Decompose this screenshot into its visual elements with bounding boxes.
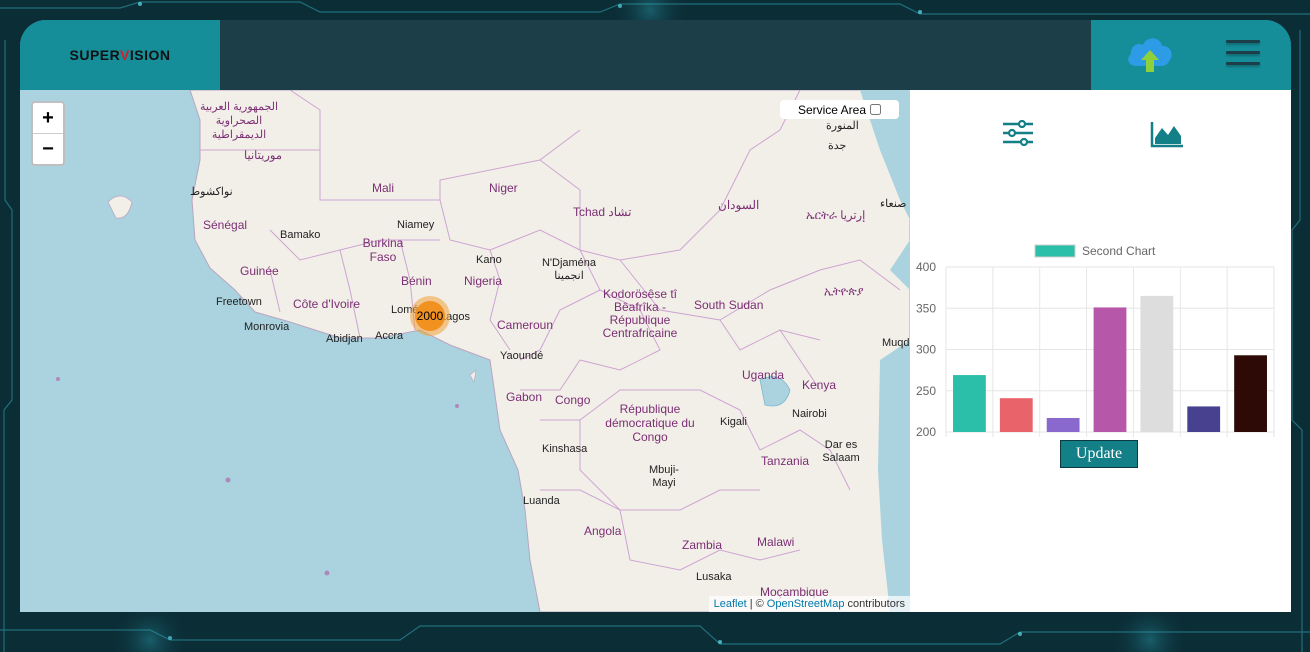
map-label-congo: Congo — [555, 393, 591, 407]
bar — [1234, 355, 1267, 432]
map-city-abidjan: Abidjan — [326, 333, 363, 345]
map-city-ndjamena: N'Djaména انجمينا — [541, 257, 597, 282]
map-view[interactable]: Mali Niger Tchad تشاد Sénégal Burkina Fa… — [20, 90, 910, 612]
service-area-toggle[interactable]: Service Area — [780, 100, 899, 119]
map-city-jeddah: جدة — [828, 140, 847, 152]
top-bar: SUPERVISION — [20, 20, 1291, 90]
legend-label: Second Chart — [1082, 244, 1156, 258]
map-label-ethiopia: ኢትዮጵያ — [824, 286, 864, 298]
bar — [1046, 417, 1080, 432]
service-area-label: Service Area — [797, 102, 867, 117]
map-city-monrovia: Monrovia — [244, 321, 290, 333]
y-tick-label: 250 — [916, 384, 936, 398]
bar-chart-svg: Second Chart2002503003504003-Jan3-Jan3-J… — [916, 244, 1275, 456]
map-city-freetown: Freetown — [216, 296, 262, 308]
map-label-senegal: Sénégal — [203, 218, 248, 232]
map-label-western-sahara: الجمهورية العربية الصحراوية الديمقراطية — [199, 101, 278, 141]
y-tick-label: 300 — [916, 343, 936, 357]
map-label-dr-congo: République démocratique du Congo — [605, 402, 695, 444]
map-city-kigali: Kigali — [720, 416, 747, 428]
map-label-gabon: Gabon — [506, 390, 543, 404]
service-area-checkbox[interactable] — [870, 104, 882, 115]
map-label-cote-divoire: Côte d'Ivoire — [293, 297, 360, 311]
cloud-upload-icon[interactable] — [1124, 32, 1176, 76]
map-attribution: Leaflet | © OpenStreetMap contributors — [708, 596, 910, 612]
map-label-angola: Angola — [584, 524, 622, 538]
openstreetmap-link[interactable]: OpenStreetMap — [767, 598, 845, 610]
zoom-control: + − — [31, 101, 65, 166]
map-label-niger: Niger — [489, 181, 518, 195]
side-panel: Second Chart2002503003504003-Jan3-Jan3-J… — [910, 90, 1291, 612]
bar — [1187, 406, 1221, 432]
bar-chart: Second Chart2002503003504003-Jan3-Jan3-J… — [910, 218, 1291, 456]
map-label-mali: Mali — [372, 181, 395, 195]
bar — [999, 398, 1033, 432]
map-label-central-african-republic: Kodorösêse tî Bêafrîka - République Cent… — [602, 287, 678, 340]
map-label-south-sudan: South Sudan — [694, 298, 764, 312]
map-label-benin: Bénin — [401, 274, 432, 288]
logo-text: SUPERVISION — [69, 47, 171, 63]
map-label-kenya: Kenya — [802, 378, 837, 392]
map-label-uganda: Uganda — [742, 368, 785, 382]
map-city-mogadishu: Muqdisho — [882, 337, 910, 349]
map-city-yaounde: Yaoundé — [500, 350, 544, 362]
map-label-nigeria: Nigeria — [464, 274, 503, 288]
cluster-count: 2000 — [415, 301, 445, 331]
map-city-sanaa: صنعاء — [880, 198, 907, 210]
map-city-nouakchott: نواكشوط — [190, 186, 233, 198]
map-label-cameroun: Cameroun — [497, 318, 554, 332]
map-city-lusaka: Lusaka — [696, 571, 732, 583]
map-label-eritrea: ኤርትራ إرتريا — [806, 210, 866, 222]
bar — [1093, 307, 1127, 432]
map-label-burkina-faso: Burkina Faso — [362, 236, 404, 264]
y-tick-label: 200 — [916, 425, 936, 438]
map-label-mauritania: موريتانيا — [244, 150, 283, 162]
map-city-medina: المنورة — [826, 120, 859, 132]
y-tick-label: 350 — [916, 301, 936, 315]
map-label-zambia: Zambia — [682, 538, 723, 552]
area-chart-icon[interactable] — [1150, 120, 1184, 153]
legend-swatch — [1034, 244, 1076, 258]
map-label-sudan: السودان — [718, 198, 760, 212]
zoom-in-button[interactable]: + — [33, 103, 63, 134]
top-right-actions — [1091, 20, 1291, 90]
map-label-tanzania: Tanzania — [761, 454, 810, 468]
map-city-mbuji-mayi: Mbuji-Mayi — [649, 464, 679, 489]
hamburger-menu-icon[interactable] — [1226, 40, 1260, 70]
map-city-bamako: Bamako — [280, 229, 321, 241]
map-label-chad: Tchad تشاد — [573, 205, 632, 219]
logo[interactable]: SUPERVISION — [20, 20, 220, 90]
map-city-luanda: Luanda — [523, 495, 560, 507]
sliders-icon[interactable] — [1002, 119, 1034, 151]
leaflet-link[interactable]: Leaflet — [714, 598, 747, 610]
map-city-nairobi: Nairobi — [792, 408, 827, 420]
y-tick-label: 400 — [916, 260, 936, 274]
map-city-dar-es-salaam: Dar es Salaam — [822, 439, 860, 464]
map-city-kinshasa: Kinshasa — [542, 443, 588, 455]
app-window: SUPERVISION Mali Niger Tchad تشاد Sénéga… — [20, 20, 1291, 612]
marker-cluster[interactable]: 2000 — [410, 296, 450, 336]
zoom-out-button[interactable]: − — [33, 134, 63, 164]
map-label-guinee: Guinée — [240, 264, 279, 278]
map-tiles — [20, 90, 910, 612]
bar — [1140, 295, 1174, 432]
map-city-kano: Kano — [476, 254, 502, 266]
map-city-accra: Accra — [375, 330, 404, 342]
map-label-malawi: Malawi — [757, 535, 795, 549]
update-button[interactable]: Update — [1060, 440, 1138, 468]
bar — [953, 375, 986, 432]
map-city-niamey: Niamey — [397, 219, 435, 231]
